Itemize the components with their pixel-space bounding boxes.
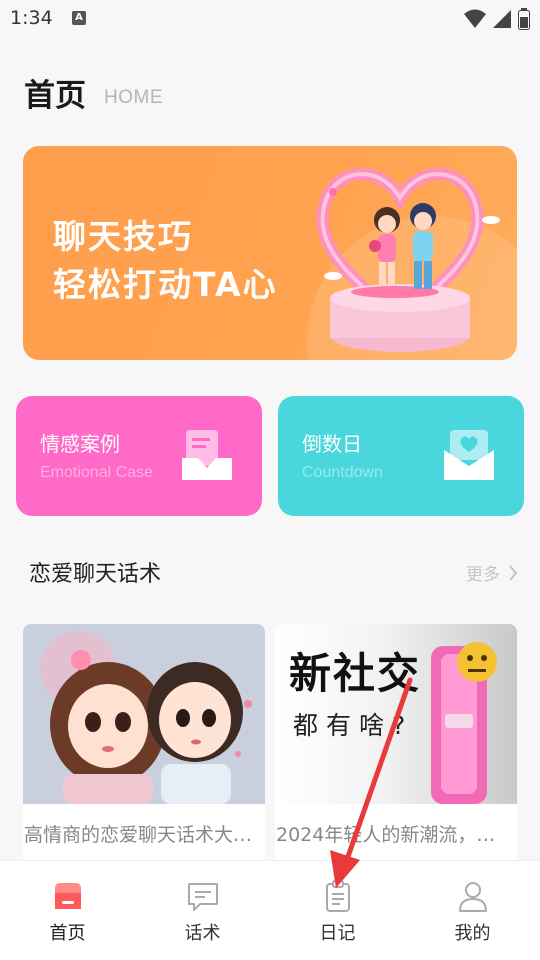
couple-heart-illustration xyxy=(316,168,500,352)
wifi-icon xyxy=(464,9,486,28)
article-card[interactable]: 高情商的恋爱聊天话术大全，教你轻松撩 xyxy=(23,624,265,860)
tab-diary-label: 日记 xyxy=(319,923,356,944)
thumb-headline: 新社交 xyxy=(289,649,422,698)
countdown-title: 倒数日 xyxy=(302,432,362,456)
status-bar: 1:34 A xyxy=(0,0,540,38)
emotional-case-card[interactable]: 情感案例 Emotional Case xyxy=(16,396,262,516)
emotional-case-subtitle: Emotional Case xyxy=(40,464,153,481)
countdown-card[interactable]: 倒数日 Countdown xyxy=(278,396,524,516)
tab-profile[interactable]: 我的 xyxy=(405,861,540,960)
section-title: 恋爱聊天话术 xyxy=(29,562,162,587)
chevron-right-icon xyxy=(509,564,518,581)
tab-profile-label: 我的 xyxy=(454,923,491,944)
article-card[interactable]: 新社交 都有啥? 2024年轻人的新潮流，新社交都有啥？ xyxy=(275,624,517,860)
signal-icon xyxy=(493,10,511,28)
promo-banner[interactable]: 聊天技巧 轻松打动TA心 xyxy=(23,146,517,360)
notification-icon: A xyxy=(72,11,86,25)
countdown-subtitle: Countdown xyxy=(302,464,383,481)
home-icon xyxy=(54,883,81,909)
status-time: 1:34 xyxy=(10,7,53,29)
clipboard-icon xyxy=(325,880,350,912)
banner-headline: 聊天技巧 xyxy=(53,217,193,256)
status-icons xyxy=(464,8,530,30)
banner-tagline: 轻松打动TA心 xyxy=(53,265,278,304)
user-icon xyxy=(458,882,487,912)
more-link[interactable]: 更多 xyxy=(466,560,518,585)
document-download-icon xyxy=(182,430,232,480)
tab-home[interactable]: 首页 xyxy=(0,861,135,960)
tab-scripts-label: 话术 xyxy=(184,923,221,944)
page-title: 首页 xyxy=(24,78,86,114)
article-caption: 高情商的恋爱聊天话术大全，教你轻松撩 xyxy=(24,824,260,846)
phone-emoji-illustration: 新社交 都有啥? xyxy=(275,624,517,804)
tab-home-label: 首页 xyxy=(49,923,86,944)
bottom-tab-bar: 首页 话术 日记 我的 xyxy=(0,860,540,960)
page-subtitle: HOME xyxy=(104,87,163,108)
emotional-case-title: 情感案例 xyxy=(40,432,120,456)
thumb-subline: 都有啥? xyxy=(293,711,414,740)
more-label: 更多 xyxy=(466,565,500,585)
battery-icon xyxy=(518,8,530,30)
heart-envelope-icon xyxy=(444,430,494,480)
tab-scripts[interactable]: 话术 xyxy=(135,861,270,960)
tab-diary[interactable]: 日记 xyxy=(270,861,405,960)
couple-illustration xyxy=(23,624,265,804)
article-caption: 2024年轻人的新潮流，新社交都有啥？ xyxy=(276,824,512,846)
chat-icon xyxy=(187,883,218,911)
phone-emoji-art xyxy=(431,642,497,804)
